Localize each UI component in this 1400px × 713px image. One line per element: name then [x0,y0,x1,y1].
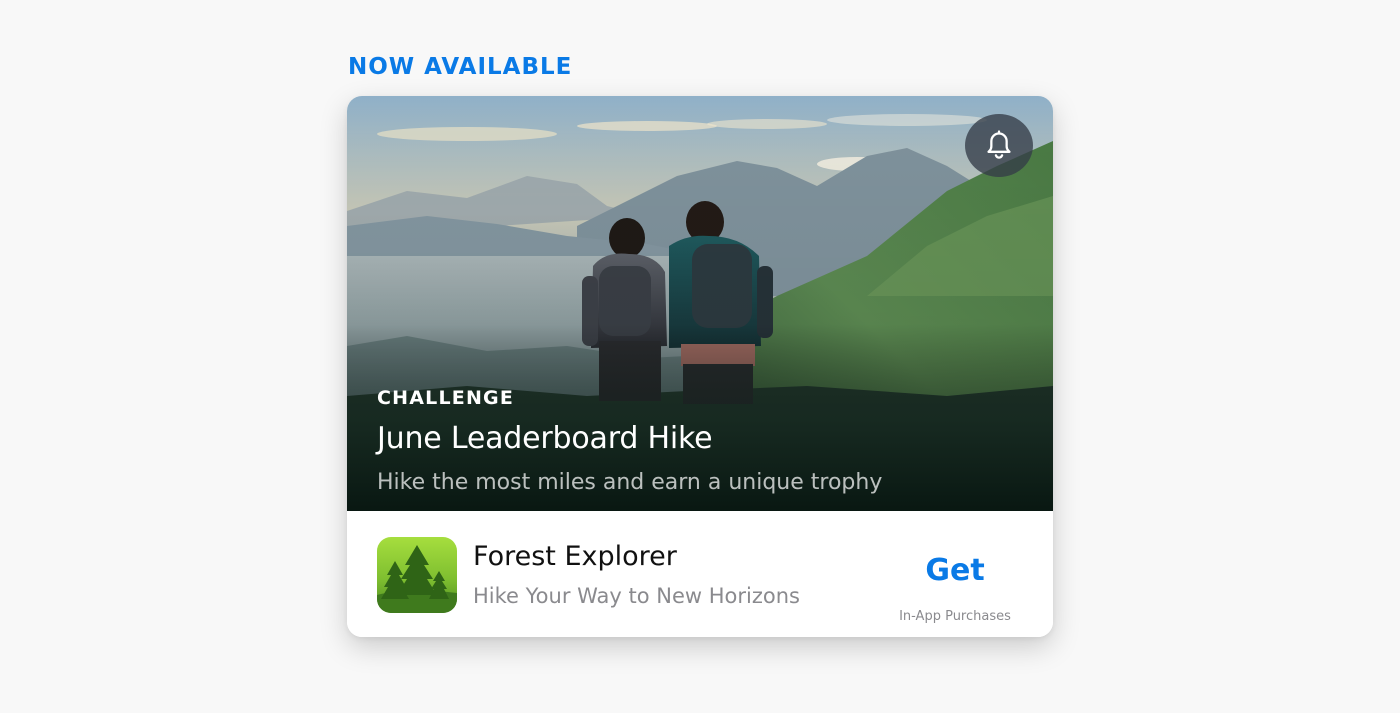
forest-trees-icon [377,537,457,613]
get-button[interactable]: Get [917,553,993,588]
app-lockup[interactable]: Forest Explorer Hike Your Way to New Hor… [347,511,1053,637]
in-app-purchases-note: In-App Purchases [899,609,1011,624]
app-name[interactable]: Forest Explorer [473,541,677,572]
event-subtitle: Hike the most miles and earn a unique tr… [377,470,883,495]
section-header: NOW AVAILABLE [348,54,573,80]
event-hero-image[interactable]: CHALLENGE June Leaderboard Hike Hike the… [347,96,1053,511]
bell-icon [987,129,1011,159]
notify-button[interactable] [965,114,1033,177]
event-eyebrow: CHALLENGE [377,387,515,409]
event-text: CHALLENGE June Leaderboard Hike Hike the… [377,387,1023,495]
event-card[interactable]: CHALLENGE June Leaderboard Hike Hike the… [347,96,1053,637]
app-icon[interactable] [377,537,457,613]
event-title: June Leaderboard Hike [377,421,713,456]
app-tagline: Hike Your Way to New Horizons [473,584,800,608]
